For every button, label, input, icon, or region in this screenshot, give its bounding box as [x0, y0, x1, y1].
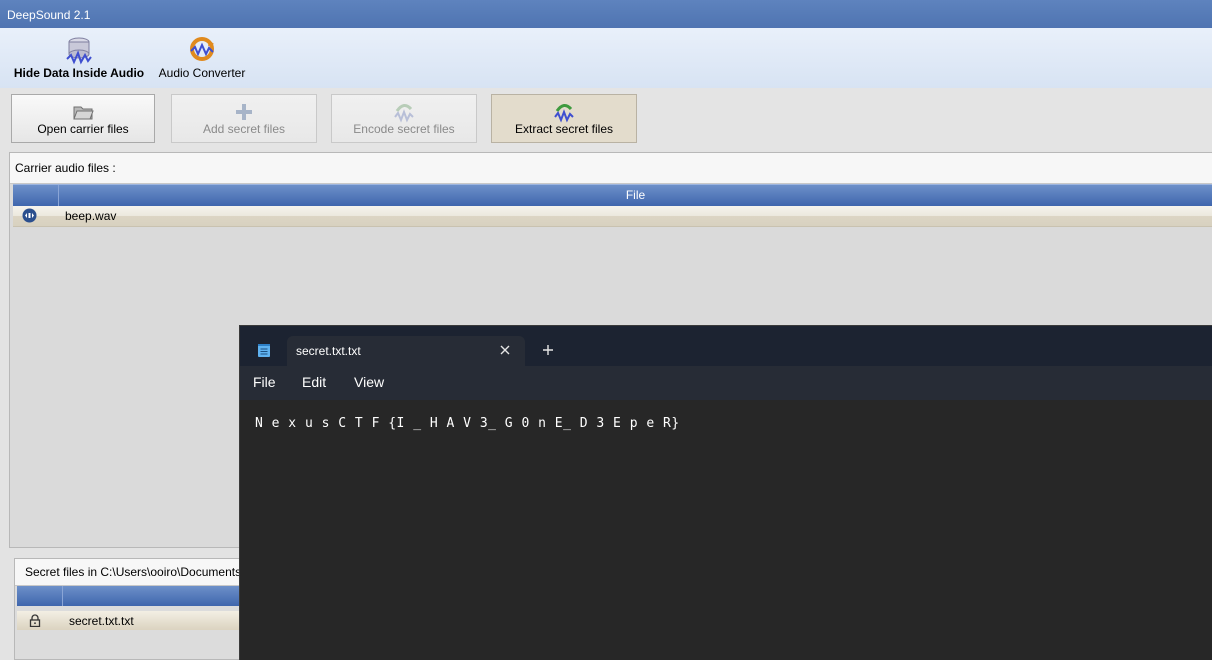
tab-title: secret.txt.txt: [296, 344, 361, 358]
menu-view[interactable]: View: [354, 374, 384, 390]
folder-icon: [73, 106, 94, 120]
notepad-text-area[interactable]: N e x u s C T F {I _ H A V 3_ G 0 n E_ D…: [240, 400, 1212, 660]
audio-file-icon: [22, 208, 37, 223]
add-secret-label: Add secret files: [202, 122, 286, 136]
hide-data-label: Hide Data Inside Audio: [13, 66, 145, 80]
add-secret-files-button[interactable]: Add secret files: [171, 94, 317, 143]
extract-secret-files-button[interactable]: Extract secret files: [491, 94, 637, 143]
table-row[interactable]: beep.wav: [13, 206, 1212, 227]
open-carrier-label: Open carrier files: [37, 122, 129, 136]
encode-secret-files-button[interactable]: Encode secret files: [331, 94, 477, 143]
tab-secret-txt[interactable]: secret.txt.txt: [287, 336, 525, 366]
notepad-content: N e x u s C T F {I _ H A V 3_ G 0 n E_ D…: [255, 416, 680, 431]
carrier-file-name: beep.wav: [65, 209, 117, 223]
plus-icon: [236, 104, 252, 120]
secret-icon-column-header[interactable]: [17, 586, 63, 606]
close-icon[interactable]: [498, 343, 512, 357]
secret-file-name: secret.txt.txt: [69, 614, 134, 628]
ribbon: Hide Data Inside Audio Audio Converter: [0, 28, 1212, 89]
plus-icon[interactable]: [540, 342, 556, 358]
lock-icon: [29, 614, 41, 627]
carrier-file-column-header[interactable]: File: [59, 185, 1212, 206]
notepad-tab-bar: secret.txt.txt: [240, 326, 1212, 366]
encode-icon: [394, 104, 414, 123]
audio-converter-icon: [190, 37, 214, 61]
menu-file[interactable]: File: [253, 374, 276, 390]
carrier-files-header: Carrier audio files :: [10, 153, 1212, 184]
extract-secret-label: Extract secret files: [514, 122, 614, 136]
notepad-icon: [258, 344, 270, 357]
window-title: DeepSound 2.1: [7, 8, 91, 22]
notepad-menu-bar: File Edit View: [240, 366, 1212, 400]
hide-data-inside-audio-button[interactable]: Hide Data Inside Audio: [10, 32, 148, 86]
open-carrier-files-button[interactable]: Open carrier files: [11, 94, 155, 143]
toolbar: Open carrier files Add secret files Enco…: [0, 88, 1212, 150]
carrier-table-header: File: [13, 184, 1212, 206]
menu-edit[interactable]: Edit: [302, 374, 326, 390]
deepsound-title-bar: DeepSound 2.1: [0, 0, 1212, 28]
audio-converter-button[interactable]: Audio Converter: [155, 32, 249, 86]
notepad-window: secret.txt.txt File Edit View N e x u s …: [239, 325, 1212, 660]
encode-secret-label: Encode secret files: [353, 122, 455, 136]
database-audio-icon: [66, 37, 92, 65]
extract-icon: [554, 104, 574, 123]
carrier-icon-column-header[interactable]: [13, 185, 59, 206]
audio-converter-label: Audio Converter: [158, 66, 246, 80]
